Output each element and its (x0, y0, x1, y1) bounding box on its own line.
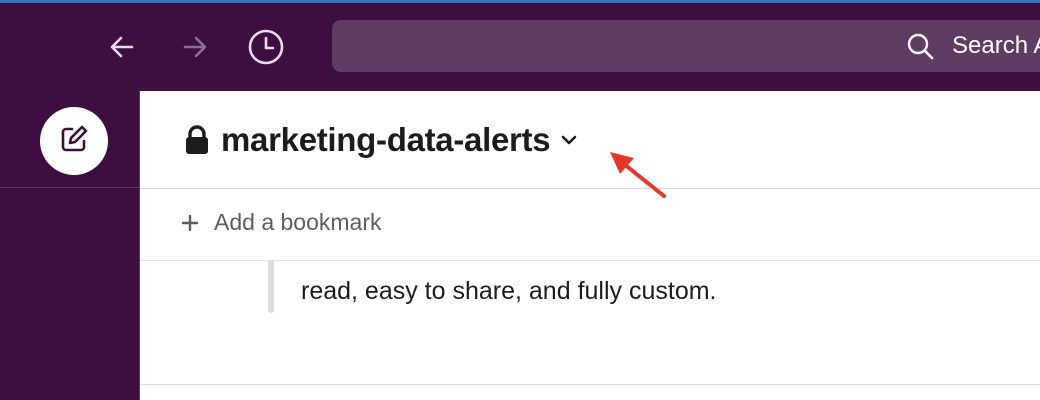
search-bar[interactable]: Search A (332, 20, 1040, 72)
arrow-right-icon (180, 32, 210, 62)
channel-header: marketing-data-alerts (140, 91, 1040, 189)
add-bookmark-button[interactable]: Add a bookmark (180, 209, 381, 236)
clock-icon (247, 28, 285, 66)
channel-view: marketing-data-alerts Add a bookmark rea… (139, 91, 1040, 400)
compose-icon (57, 122, 91, 161)
lock-icon (185, 124, 211, 156)
top-bar: Search A (0, 3, 1040, 91)
plus-icon (180, 213, 200, 233)
arrow-left-icon (107, 32, 137, 62)
message-area: read, easy to share, and fully custom. (140, 261, 1040, 385)
sidebar-divider (0, 187, 139, 188)
bookmark-bar: Add a bookmark (140, 189, 1040, 261)
channel-name: marketing-data-alerts (221, 121, 551, 158)
compose-button[interactable] (40, 107, 108, 175)
quote-bar (268, 261, 274, 313)
search-icon (906, 31, 936, 61)
history-button[interactable] (246, 27, 286, 67)
forward-button[interactable] (175, 27, 215, 67)
search-placeholder: Search A (952, 32, 1040, 59)
message-text: read, easy to share, and fully custom. (301, 277, 717, 305)
sidebar (0, 91, 139, 400)
chevron-down-icon (560, 133, 578, 147)
channel-name-button[interactable]: marketing-data-alerts (185, 121, 578, 159)
add-bookmark-label: Add a bookmark (214, 209, 382, 235)
back-button[interactable] (102, 27, 142, 67)
